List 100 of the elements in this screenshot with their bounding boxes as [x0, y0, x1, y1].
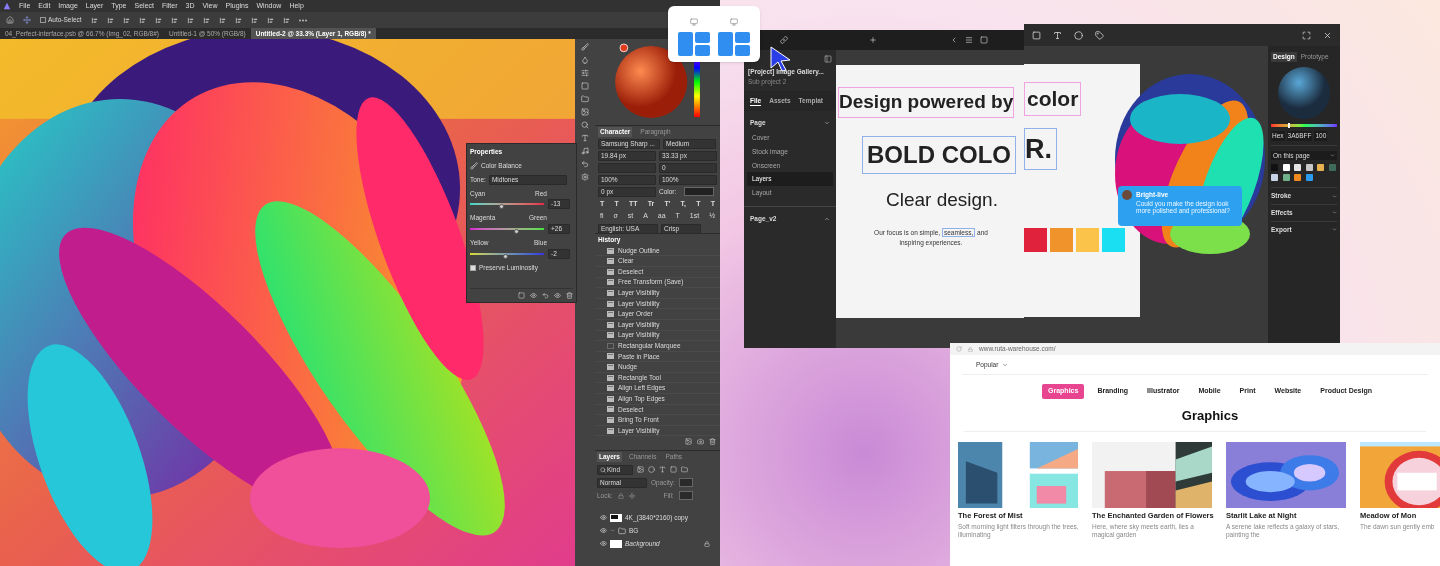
move-tool-icon[interactable]: [23, 16, 31, 24]
panel-tool-icon[interactable]: [581, 108, 589, 116]
frame-tool-icon[interactable]: [1032, 30, 1041, 40]
document-icon: [607, 332, 614, 339]
color-swatch[interactable]: [1305, 174, 1313, 182]
link-icon[interactable]: [780, 36, 788, 44]
document-icon: [607, 321, 614, 328]
clip-icon[interactable]: [518, 292, 525, 299]
color-swatch[interactable]: [1294, 164, 1301, 172]
layer-thumbnail: [610, 539, 622, 548]
eye-icon[interactable]: [600, 527, 607, 534]
align-icon[interactable]: [250, 16, 258, 24]
align-icon[interactable]: [106, 16, 114, 24]
home-icon[interactable]: [6, 16, 14, 24]
align-icon[interactable]: [186, 16, 194, 24]
filter-icon[interactable]: [670, 466, 677, 474]
eye-icon[interactable]: [600, 540, 607, 547]
panel-tool-icon[interactable]: [581, 56, 589, 64]
color-swatch[interactable]: [1271, 174, 1278, 182]
color-picker-drawing[interactable]: [612, 43, 703, 121]
marquee-icon: [607, 342, 614, 349]
align-icon[interactable]: [90, 16, 98, 24]
slider-thumb[interactable]: [503, 253, 508, 259]
color-swatch[interactable]: [1282, 164, 1290, 172]
color-slider[interactable]: [470, 203, 544, 206]
shape-tool-icon[interactable]: [1074, 30, 1083, 40]
layout-option-icon[interactable]: [718, 32, 750, 56]
sidebar-toggle-icon[interactable]: [824, 55, 832, 63]
color-sphere-drawing[interactable]: [1276, 65, 1332, 120]
color-swatch[interactable]: [1328, 164, 1336, 172]
heading: color: [1024, 82, 1082, 116]
close-icon[interactable]: [1323, 30, 1332, 40]
kerning-field[interactable]: [598, 162, 656, 173]
color-swatch[interactable]: [1282, 174, 1290, 182]
align-icon[interactable]: [234, 16, 242, 24]
document-icon: [607, 289, 614, 296]
add-icon[interactable]: [869, 36, 878, 44]
camera-icon[interactable]: [697, 438, 704, 446]
document-icon: [607, 395, 614, 402]
frame-icon[interactable]: [980, 36, 988, 44]
filter-icon[interactable]: [637, 466, 644, 474]
trash-icon[interactable]: [566, 292, 573, 299]
align-icon[interactable]: [138, 16, 146, 24]
align-icon[interactable]: [266, 16, 274, 24]
document-icon: [607, 258, 614, 265]
checkbox[interactable]: [470, 264, 476, 271]
align-icon[interactable]: [218, 16, 226, 24]
opacity-field[interactable]: [678, 478, 693, 488]
align-icon[interactable]: [282, 16, 290, 24]
filter-icon[interactable]: [681, 466, 688, 474]
view-icon[interactable]: [530, 292, 537, 299]
slider-thumb[interactable]: [514, 229, 520, 234]
filter-icon[interactable]: [648, 466, 655, 474]
lock-icon[interactable]: [617, 492, 624, 499]
fill-field[interactable]: [678, 491, 693, 501]
align-icon[interactable]: [122, 16, 130, 24]
document-icon: [607, 247, 614, 254]
eye-icon[interactable]: [554, 292, 561, 299]
panel-tool-icon[interactable]: [581, 134, 589, 142]
heading: Design powered by: [838, 87, 1015, 118]
checkbox[interactable]: [40, 17, 46, 23]
panel-tool-icon[interactable]: [581, 147, 589, 155]
maximize-icon[interactable]: [1302, 30, 1311, 40]
collapse-icon[interactable]: [824, 120, 830, 127]
color-swatch[interactable]: [1317, 164, 1324, 172]
text-tool-icon[interactable]: [1053, 30, 1062, 40]
filter-icon[interactable]: [659, 466, 666, 474]
layer-thumbnail: [610, 513, 622, 522]
panel-tool-icon[interactable]: [581, 95, 589, 103]
layout-option-icon[interactable]: [678, 32, 710, 56]
document-icon: [607, 385, 614, 392]
align-icon[interactable]: [202, 16, 210, 24]
color-swatch[interactable]: [1294, 174, 1301, 182]
caret-icon: [1002, 361, 1009, 368]
tag-tool-icon[interactable]: [1095, 30, 1104, 40]
eye-icon[interactable]: [600, 514, 607, 521]
expand-icon[interactable]: [824, 215, 830, 222]
color-swatch[interactable]: [1305, 164, 1313, 172]
document-icon: [607, 353, 614, 360]
caret-icon: [1330, 152, 1335, 158]
folder-icon: [618, 526, 626, 535]
slider-thumb[interactable]: [1287, 122, 1290, 128]
panel-tool-icon[interactable]: [581, 173, 589, 181]
panel-tool-icon[interactable]: [581, 43, 589, 51]
panel-tool-icon[interactable]: [581, 69, 589, 77]
panel-tool-icon[interactable]: [581, 121, 589, 129]
hue-slider[interactable]: [1271, 123, 1337, 127]
more-icon[interactable]: [298, 18, 307, 22]
menu-icon[interactable]: [964, 36, 973, 44]
bold-heading: BOLD COLO: [862, 135, 1016, 174]
color-swatch[interactable]: [684, 187, 714, 197]
panel-tool-icon[interactable]: [581, 82, 589, 90]
align-icon[interactable]: [170, 16, 178, 24]
slider-thumb[interactable]: [498, 204, 504, 210]
reset-icon[interactable]: [542, 292, 549, 299]
trash-icon[interactable]: [709, 438, 716, 446]
align-icon[interactable]: [154, 16, 162, 24]
document-icon: [607, 374, 614, 381]
snapshot-icon[interactable]: [685, 438, 692, 446]
panel-tool-icon[interactable]: [581, 160, 589, 168]
